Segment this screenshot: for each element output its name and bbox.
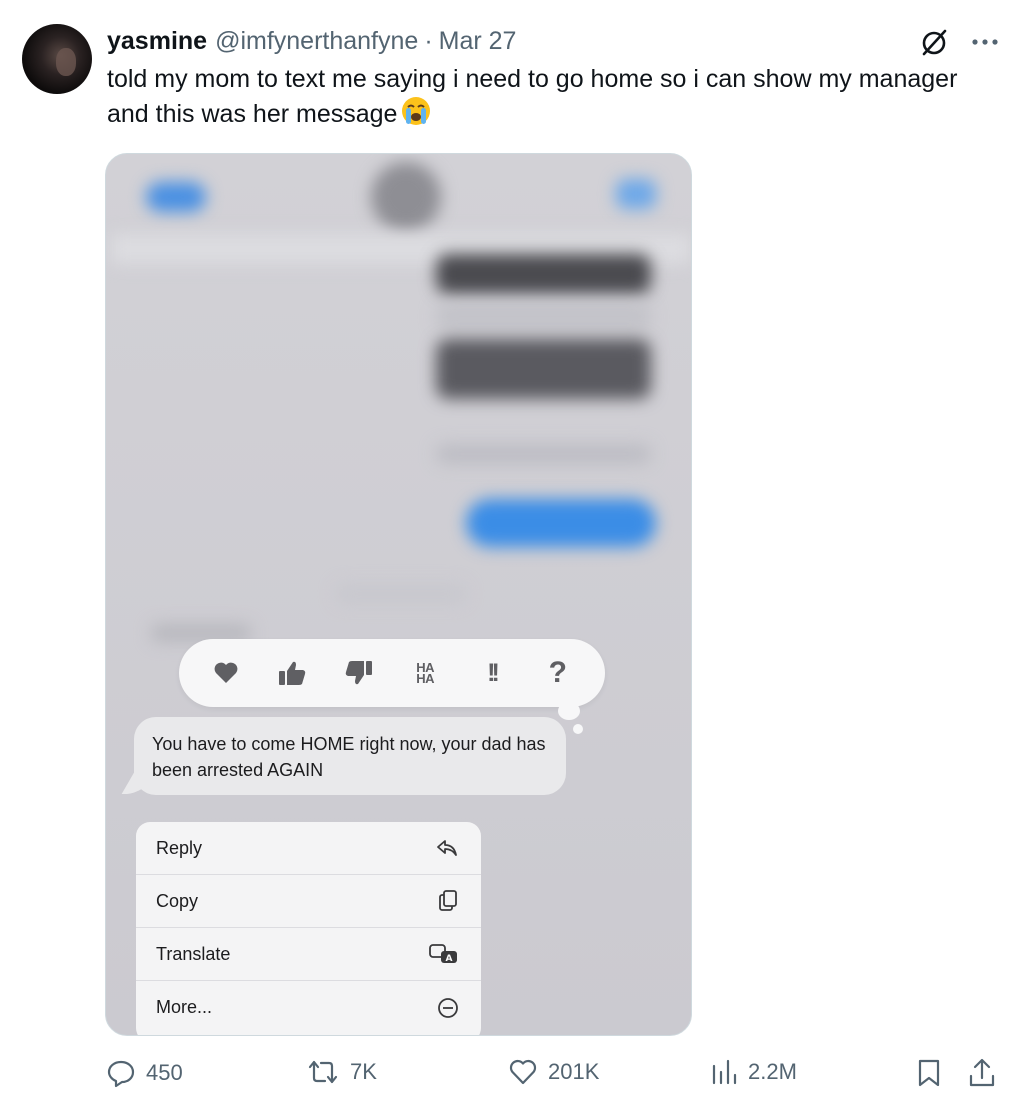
menu-item-copy[interactable]: Copy	[136, 875, 481, 928]
copy-icon	[437, 889, 459, 913]
separator-dot: ·	[424, 26, 433, 55]
views-button[interactable]: 2.2M	[710, 1058, 797, 1086]
reply-count: 450	[146, 1060, 183, 1085]
loudly-crying-face-icon	[401, 96, 431, 135]
thumbs-down-icon[interactable]	[341, 655, 377, 691]
reply-bubble-icon	[106, 1058, 136, 1088]
svg-text:A: A	[446, 954, 453, 964]
translate-icon: A	[429, 943, 459, 965]
repost-button[interactable]: 7K	[306, 1058, 377, 1086]
menu-item-label: Translate	[156, 943, 231, 964]
heart-outline-icon	[508, 1058, 538, 1086]
author-name[interactable]: yasmine	[107, 27, 207, 56]
menu-item-reply[interactable]: Reply	[136, 822, 481, 875]
tweet-body: told my mom to text me saying i need to …	[107, 65, 958, 128]
menu-item-label: Copy	[156, 890, 199, 911]
tweet-text: told my mom to text me saying i need to …	[107, 62, 967, 135]
context-menu: Reply Copy Translate A More...	[136, 822, 481, 1035]
more-circle-icon	[437, 997, 459, 1019]
views-chart-icon	[710, 1058, 738, 1086]
exclamation-reaction[interactable]: !!	[473, 655, 509, 691]
menu-item-label: More...	[156, 997, 213, 1017]
reply-button[interactable]: 450	[106, 1058, 183, 1088]
like-button[interactable]: 201K	[508, 1058, 599, 1086]
top-icons	[918, 26, 1000, 58]
menu-item-translate[interactable]: Translate A	[136, 928, 481, 981]
like-count: 201K	[548, 1059, 600, 1084]
tweet-date[interactable]: Mar 27	[439, 27, 517, 56]
repost-icon	[306, 1058, 340, 1086]
share-button[interactable]	[968, 1058, 996, 1088]
menu-item-label: Reply	[156, 837, 203, 858]
bookmark-icon	[916, 1058, 942, 1088]
share-icon	[968, 1058, 996, 1088]
views-count: 2.2M	[748, 1059, 797, 1084]
author-handle[interactable]: @imfynerthanfyne	[215, 27, 418, 56]
question-reaction[interactable]: ?	[540, 655, 576, 691]
avatar[interactable]	[22, 24, 92, 94]
tweet-header: yasmine @imfynerthanfyne · Mar 27	[107, 26, 516, 56]
repost-count: 7K	[350, 1059, 377, 1084]
media-image[interactable]: HA HA !! ? You have to come HOME right no…	[105, 153, 692, 1036]
bookmark-button[interactable]	[916, 1058, 942, 1088]
more-options-icon[interactable]	[970, 38, 1000, 46]
heart-icon[interactable]	[208, 655, 244, 691]
tweet-action-bar: 450 7K 201K 2.2M	[106, 1058, 1002, 1092]
reply-icon	[435, 838, 459, 858]
menu-item-more[interactable]: More...	[136, 981, 481, 1034]
tapback-reaction-bar: HA HA !! ?	[179, 639, 605, 707]
message-bubble[interactable]: You have to come HOME right now, your da…	[134, 717, 566, 795]
grok-icon[interactable]	[918, 26, 950, 58]
haha-reaction[interactable]: HA HA	[407, 655, 443, 691]
message-text: You have to come HOME right now, your da…	[152, 734, 546, 780]
thumbs-up-icon[interactable]	[274, 655, 310, 691]
